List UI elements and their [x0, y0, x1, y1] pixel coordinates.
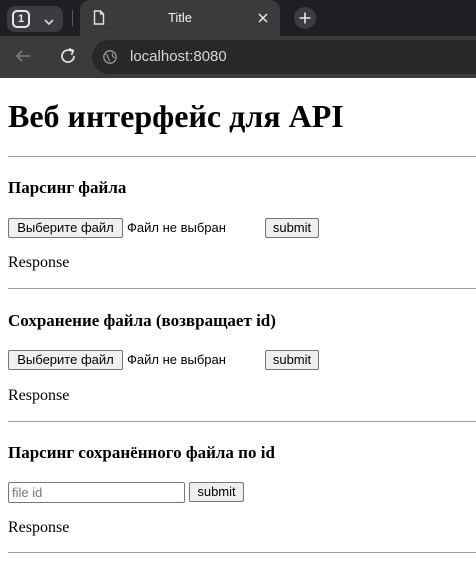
close-icon[interactable] — [256, 11, 270, 30]
divider — [8, 288, 476, 289]
address-bar[interactable]: localhost:8080 — [92, 40, 476, 74]
tab-active[interactable]: Title — [80, 0, 280, 36]
url-text: localhost:8080 — [130, 48, 227, 65]
plus-icon — [299, 12, 311, 24]
chevron-down-icon — [43, 14, 55, 32]
response-text: Response — [8, 254, 70, 271]
page-content: Веб интерфейс для API Парсинг файла Выбе… — [0, 78, 476, 574]
section-title-parse-file: Парсинг файла — [8, 178, 127, 197]
file-status-text: Файл не выбран — [127, 220, 226, 235]
submit-button[interactable]: submit — [189, 482, 244, 502]
response-text: Response — [8, 387, 70, 404]
choose-file-button[interactable]: Выберите файл — [8, 218, 123, 238]
file-id-input[interactable] — [8, 482, 185, 503]
arrow-left-icon[interactable] — [14, 47, 32, 70]
section-title-parse-by-id: Парсинг сохранённого файла по id — [8, 443, 275, 462]
submit-button[interactable]: submit — [265, 350, 319, 370]
page-icon — [93, 10, 105, 30]
divider — [8, 156, 476, 157]
tab-switcher-button[interactable]: 1 — [7, 6, 63, 32]
submit-button[interactable]: submit — [265, 218, 319, 238]
tab-count-badge: 1 — [12, 10, 30, 28]
tab-title: Title — [167, 10, 193, 25]
new-tab-button[interactable] — [294, 7, 316, 29]
browser-tab-bar: 1 Title — [0, 0, 476, 36]
divider — [8, 552, 476, 553]
reload-icon[interactable] — [58, 46, 78, 71]
site-info-icon[interactable] — [102, 49, 118, 70]
page-title: Веб интерфейс для API — [8, 98, 344, 134]
divider — [8, 421, 476, 422]
tab-separator — [72, 10, 73, 26]
section-title-save-file: Сохранение файла (возвращает id) — [8, 311, 276, 330]
browser-toolbar: localhost:8080 — [0, 36, 476, 78]
choose-file-button[interactable]: Выберите файл — [8, 350, 123, 370]
file-status-text: Файл не выбран — [127, 352, 226, 367]
response-text: Response — [8, 519, 70, 536]
